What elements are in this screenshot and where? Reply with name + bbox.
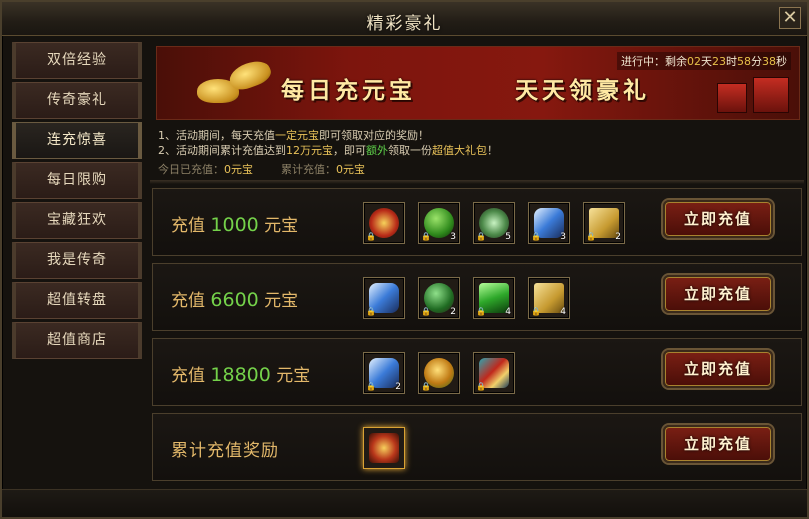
recharge-now-button[interactable]: 立即充值 — [663, 200, 773, 238]
tier-label: 累计充值奖励 — [171, 441, 279, 461]
golden-lion-chest-icon[interactable] — [363, 427, 405, 469]
gold-scroll-icon[interactable]: 🔒 4 — [528, 277, 570, 319]
blue-feather-wing-icon[interactable]: 🔒 — [363, 277, 405, 319]
recharge-now-button[interactable]: 立即充值 — [663, 425, 773, 463]
green-jade-orb-icon[interactable]: 🔒 3 — [418, 202, 460, 244]
window-title: 精彩豪礼 — [366, 14, 443, 34]
tier-label: 充值 1000 元宝 — [171, 214, 299, 236]
sidebar-item-consecutive-recharge[interactable]: 连充惊喜 — [12, 122, 142, 159]
event-rules: 1、活动期间，每天充值一定元宝即可领取对应的奖励！ 2、活动期间累计充值达到12… — [158, 128, 798, 177]
divider — [150, 180, 804, 184]
reward-tier-row: 充值 6600 元宝 🔒 🔒 2 🔒 4 🔒 4 立即充值 — [152, 263, 802, 331]
reward-tier-row: 累计充值奖励 立即充值 — [152, 413, 802, 481]
recharge-stats: 今日已充值：0元宝 累计充值：0元宝 — [158, 163, 365, 176]
footer-bar — [2, 489, 807, 517]
green-pearl-stand-icon[interactable]: 🔒 2 — [418, 277, 460, 319]
blue-feather-wing-icon[interactable]: 🔒 2 — [363, 352, 405, 394]
banner-slogan-left: 每日充元宝 — [281, 77, 416, 104]
event-countdown: 进行中：剩余02天23时58分38秒 — [617, 52, 791, 70]
tier-label: 充值 6600 元宝 — [171, 289, 299, 311]
recharge-now-button[interactable]: 立即充值 — [663, 350, 773, 388]
blue-feather-wing-icon[interactable]: 🔒 3 — [528, 202, 570, 244]
gold-scroll-icon[interactable]: 🔒 2 — [583, 202, 625, 244]
sidebar-item-value-shop[interactable]: 超值商店 — [12, 322, 142, 359]
rule-line-2: 2、活动期间累计充值达到12万元宝，即可额外领取一份超值大礼包！ — [158, 144, 498, 157]
green-crystal-cluster-icon[interactable]: 🔒 4 — [473, 277, 515, 319]
close-icon[interactable]: ✕ — [779, 7, 801, 29]
sidebar: 双倍经验 传奇豪礼 连充惊喜 每日限购 宝藏狂欢 我是传奇 超值转盘 超值商店 — [12, 42, 142, 482]
red-treasure-badge-icon[interactable]: 🔒 — [473, 352, 515, 394]
sidebar-item-legend-gift[interactable]: 传奇豪礼 — [12, 82, 142, 119]
recharge-now-button[interactable]: 立即充值 — [663, 275, 773, 313]
tier-label: 充值 18800 元宝 — [171, 364, 311, 386]
gift-box-icon — [717, 83, 747, 113]
gold-ingot-icon — [226, 56, 274, 94]
sidebar-item-daily-limited[interactable]: 每日限购 — [12, 162, 142, 199]
banner-slogan-right: 天天领豪礼 — [515, 77, 650, 104]
sidebar-item-double-exp[interactable]: 双倍经验 — [12, 42, 142, 79]
gold-orb-icon[interactable]: 🔒 — [418, 352, 460, 394]
rule-line-1: 1、活动期间，每天充值一定元宝即可领取对应的奖励！ — [158, 129, 429, 142]
event-banner: 每日充元宝 天天领豪礼 进行中：剩余02天23时58分38秒 — [156, 46, 800, 120]
reward-tier-row: 充值 18800 元宝 🔒 2 🔒 🔒 立即充值 — [152, 338, 802, 406]
green-crystal-ore-icon[interactable]: 🔒 5 — [473, 202, 515, 244]
main-panel: 每日充元宝 天天领豪礼 进行中：剩余02天23时58分38秒 1、活动期间，每天… — [150, 42, 804, 490]
sidebar-item-i-am-legend[interactable]: 我是传奇 — [12, 242, 142, 279]
gift-window: 精彩豪礼 ✕ 双倍经验 传奇豪礼 连充惊喜 每日限购 宝藏狂欢 我是传奇 超值转… — [0, 0, 809, 519]
gift-box-icon — [753, 77, 789, 113]
reward-tier-row: 充值 1000 元宝 🔒 🔒 3 🔒 5 🔒 3 🔒 2 立即充值 — [152, 188, 802, 256]
sidebar-item-value-wheel[interactable]: 超值转盘 — [12, 282, 142, 319]
title-bar: 精彩豪礼 ✕ — [2, 2, 807, 36]
red-gold-orb-icon[interactable]: 🔒 — [363, 202, 405, 244]
sidebar-item-treasure-carnival[interactable]: 宝藏狂欢 — [12, 202, 142, 239]
